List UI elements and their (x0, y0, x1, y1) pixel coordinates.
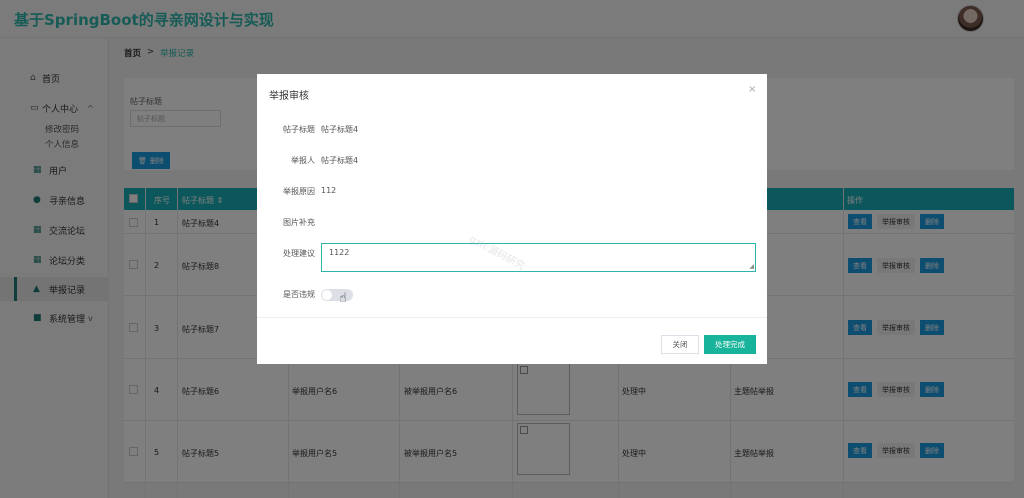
field-value-post-title: 帖子标题4 (321, 125, 359, 134)
field-label-post-title: 帖子标题 (283, 125, 315, 134)
field-value-reason: 112 (321, 186, 337, 195)
close-icon[interactable]: × (748, 84, 756, 95)
dialog-title: 举报审核 (269, 91, 309, 102)
resize-grip-icon[interactable]: ◢ (749, 264, 754, 270)
field-label-reporter: 举报人 (291, 156, 315, 165)
report-audit-dialog: 举报审核 × 帖子标题 帖子标题4 举报人 帖子标题4 举报原因 112 图片补… (257, 74, 767, 364)
suggestion-textarea[interactable]: 1122 ◢ (321, 243, 756, 272)
violation-switch[interactable] (321, 289, 353, 301)
close-button[interactable]: 关闭 (661, 335, 699, 354)
field-label-suggestion: 处理建议 (283, 249, 315, 258)
field-label-violation: 是否违规 (283, 290, 315, 299)
field-label-reason: 举报原因 (283, 187, 315, 196)
field-value-reporter: 帖子标题4 (321, 156, 359, 165)
complete-button[interactable]: 处理完成 (704, 335, 756, 354)
suggestion-text: 1122 (329, 248, 350, 257)
pointer-cursor-icon: ☝ (339, 291, 347, 306)
field-label-image: 图片补充 (283, 218, 315, 227)
